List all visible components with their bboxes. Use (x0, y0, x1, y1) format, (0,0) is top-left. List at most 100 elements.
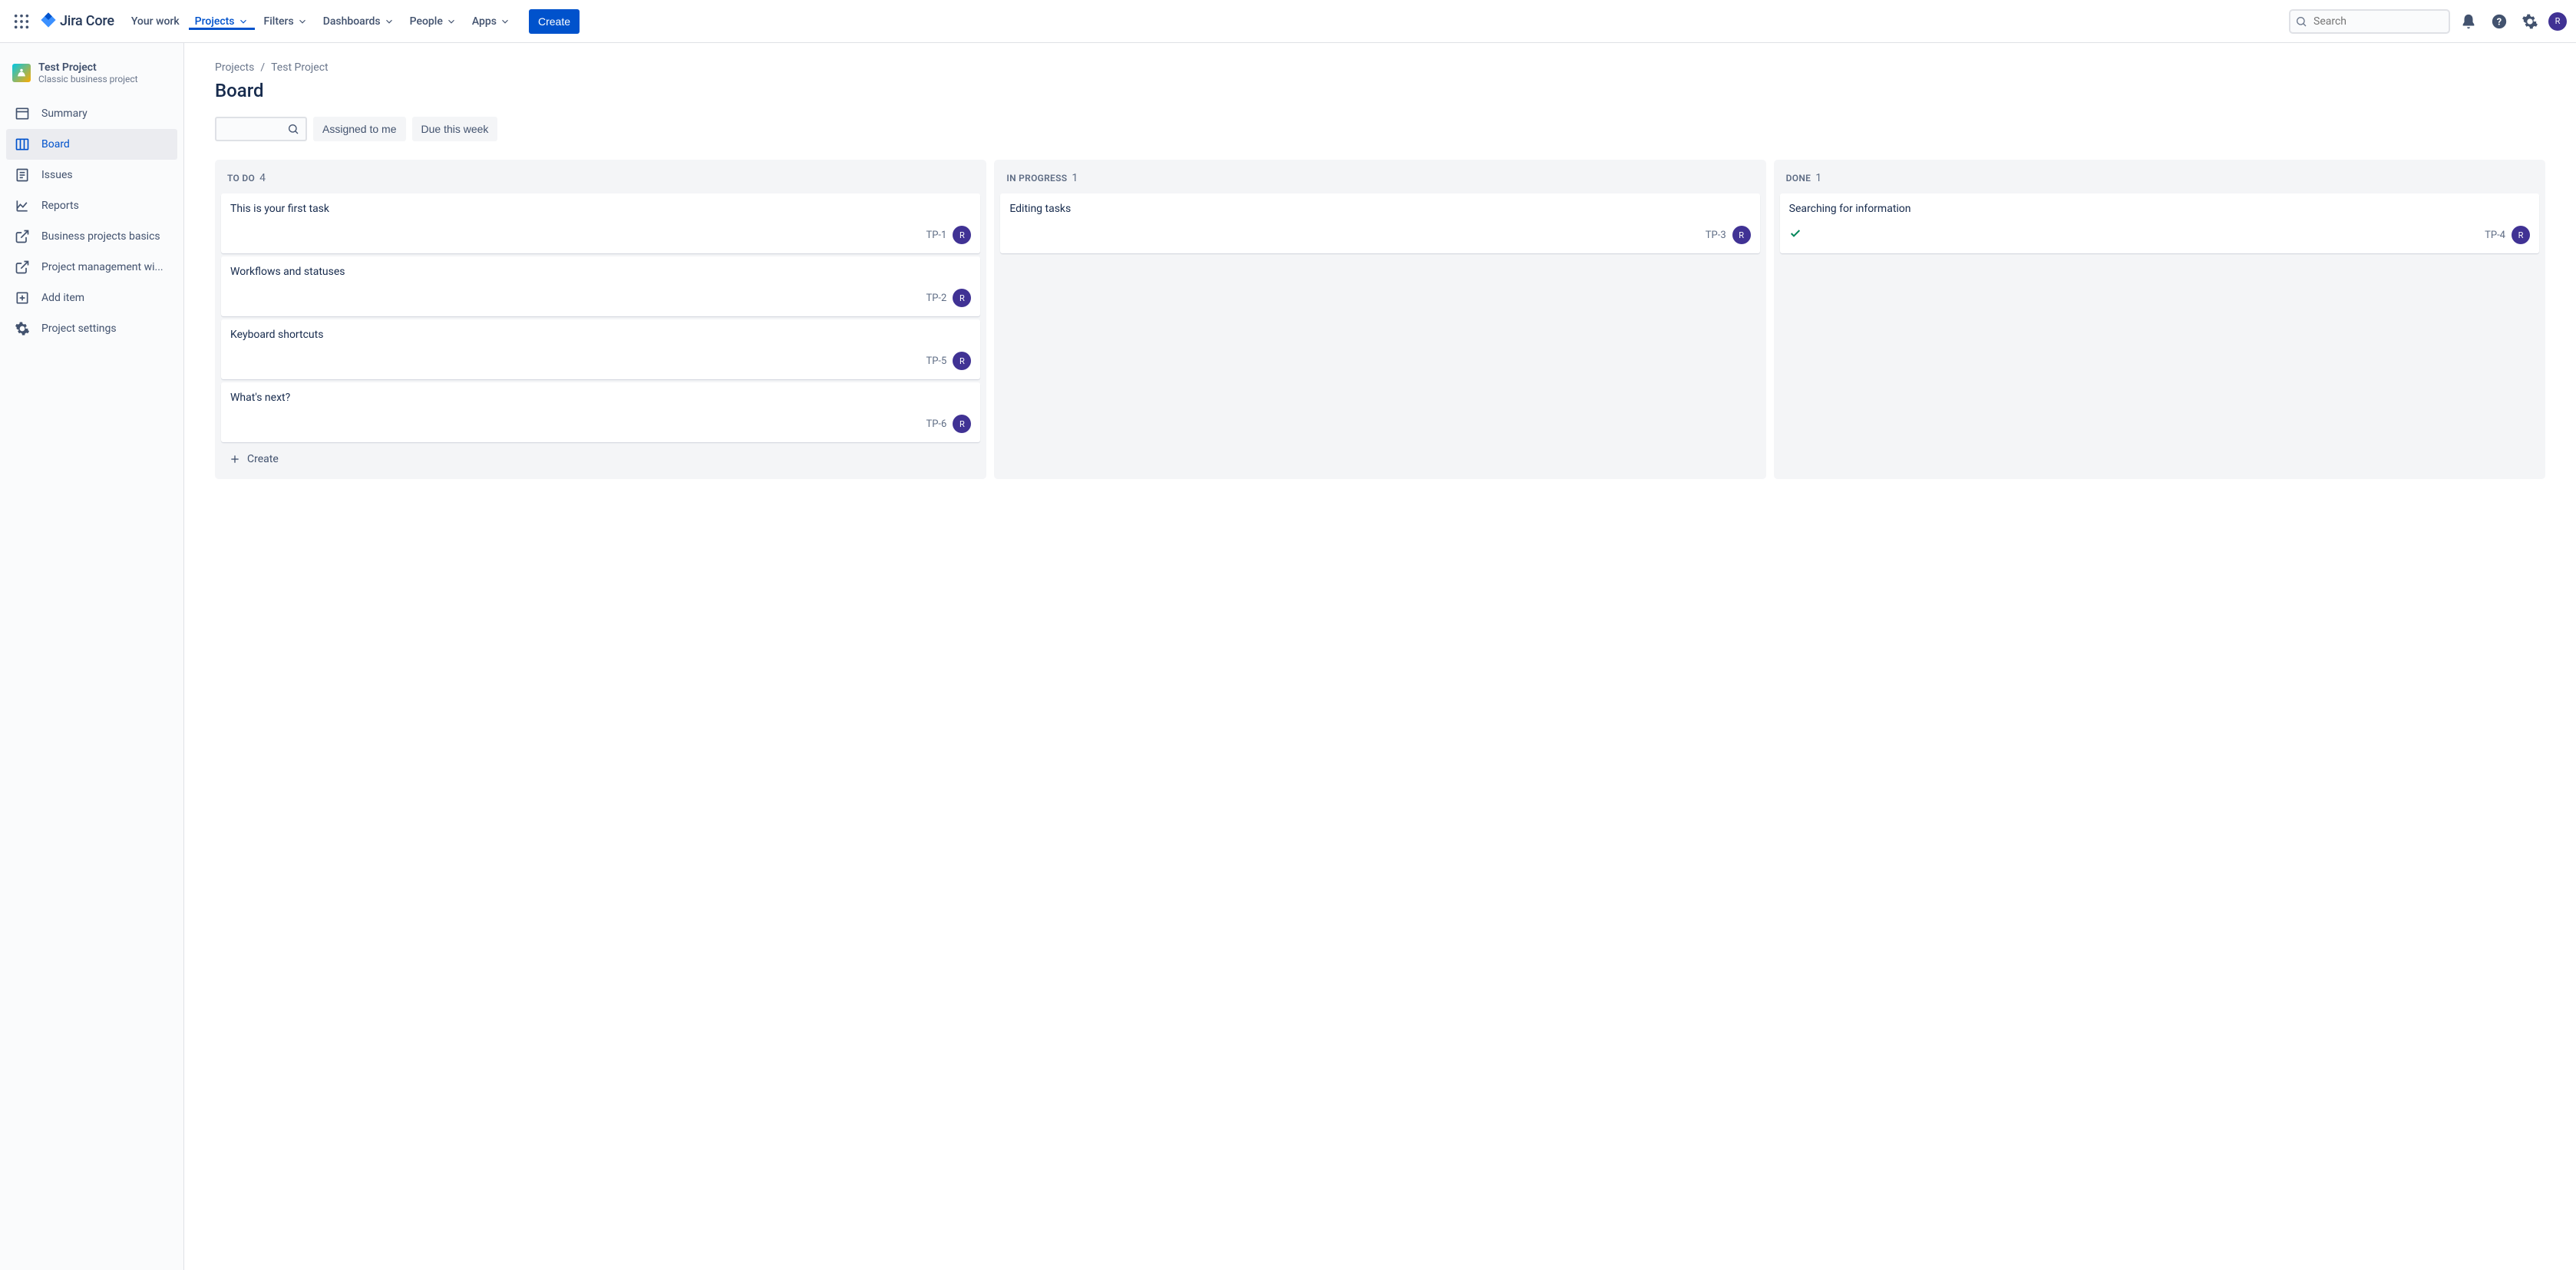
settings-icon[interactable] (2518, 9, 2542, 34)
nav-items: Your work Projects Filters Dashboards People… (125, 13, 517, 30)
logo-text: Jira Core (60, 13, 114, 29)
notifications-icon[interactable] (2456, 9, 2481, 34)
breadcrumb-separator: / (260, 61, 265, 74)
issue-title: Editing tasks (1009, 203, 1750, 215)
sidebar-item-label: Issues (41, 169, 73, 181)
done-check-icon (1789, 227, 1802, 243)
nav-item-label: Dashboards (323, 15, 381, 28)
sidebar-items: Summary Board Issues Reports Business projec… (6, 98, 177, 344)
board: To do4This is your first taskTP-1RWorkfl… (215, 160, 2545, 479)
summary-icon (14, 105, 31, 122)
sidebar-item-business-projects-basics[interactable]: Business projects basics (6, 221, 177, 252)
main-content: Projects / Test Project Board Assigned t… (184, 43, 2576, 1270)
card-footer: TP-4R (1789, 226, 2530, 244)
nav-item-label: Your work (131, 15, 180, 28)
svg-text:?: ? (2497, 16, 2502, 28)
sidebar-item-label: Add item (41, 292, 84, 304)
nav-item-label: Projects (195, 15, 235, 28)
sidebar-item-summary[interactable]: Summary (6, 98, 177, 129)
issues-icon (14, 167, 31, 184)
chevron-down-icon (446, 16, 457, 27)
card-footer: TP-2 R (230, 289, 971, 307)
jira-logo-icon (40, 12, 57, 31)
card-footer: TP-5 R (230, 352, 971, 370)
sidebar-item-board[interactable]: Board (6, 129, 177, 160)
top-nav-left: Jira Core Your work Projects Filters Dashbo… (9, 9, 580, 34)
board-column-in-progress: In progress1 Editing tasks TP-3 R (994, 160, 1765, 479)
add-icon (14, 289, 31, 306)
sidebar-item-project-settings[interactable]: Project settings (6, 313, 177, 344)
filter-assigned-to-me[interactable]: Assigned to me (313, 117, 406, 141)
issue-card[interactable]: Searching for informationTP-4R (1780, 193, 2539, 253)
issue-title: Keyboard shortcuts (230, 329, 971, 341)
external-icon (14, 228, 31, 245)
project-name: Test Project (38, 61, 138, 74)
sidebar-item-label: Summary (41, 107, 88, 120)
nav-item-people[interactable]: People (404, 13, 463, 30)
create-button[interactable]: Create (529, 9, 580, 34)
search-icon (287, 123, 299, 135)
column-title: To do (227, 173, 255, 184)
sidebar-item-project-management-wi[interactable]: Project management wi... (6, 252, 177, 283)
create-issue-label: Create (247, 453, 279, 465)
chevron-down-icon (297, 16, 308, 27)
sidebar-item-label: Project management wi... (41, 261, 163, 273)
sidebar-item-add-item[interactable]: Add item (6, 283, 177, 313)
assignee-avatar[interactable]: R (953, 415, 971, 433)
column-cards: Editing tasks TP-3 R (1000, 193, 1759, 253)
issue-key: TP-5 (926, 356, 946, 367)
column-title: In progress (1006, 173, 1067, 184)
nav-item-your-work[interactable]: Your work (125, 13, 186, 30)
logo[interactable]: Jira Core (40, 12, 114, 31)
nav-item-label: People (410, 15, 443, 28)
create-issue-button[interactable]: Create (221, 445, 980, 473)
issue-card[interactable]: This is your first taskTP-1R (221, 193, 980, 253)
board-icon (14, 136, 31, 153)
column-count: 4 (259, 172, 266, 184)
issue-card[interactable]: Workflows and statuses TP-2 R (221, 256, 980, 316)
column-header: In progress1 (1000, 166, 1759, 193)
issue-key: TP-3 (1706, 230, 1726, 241)
assignee-avatar[interactable]: R (1732, 226, 1751, 244)
app-switcher-icon[interactable] (9, 9, 34, 34)
board-column-done: Done1Searching for informationTP-4R (1774, 160, 2545, 479)
sidebar-item-label: Board (41, 138, 70, 150)
assignee-avatar[interactable]: R (953, 289, 971, 307)
profile-avatar[interactable]: R (2548, 12, 2567, 31)
project-subtitle: Classic business project (38, 74, 138, 84)
assignee-avatar[interactable]: R (953, 352, 971, 370)
search-icon (2295, 15, 2307, 28)
card-footer: TP-1R (230, 226, 971, 244)
chevron-down-icon (500, 16, 510, 27)
issue-card[interactable]: What's next?TP-6R (221, 382, 980, 442)
column-count: 1 (1815, 172, 1821, 184)
board-search-input[interactable] (215, 117, 307, 141)
nav-item-dashboards[interactable]: Dashboards (317, 13, 401, 30)
sidebar-item-label: Reports (41, 200, 79, 212)
issue-title: Workflows and statuses (230, 266, 971, 278)
global-search (2289, 9, 2450, 34)
nav-item-filters[interactable]: Filters (258, 13, 314, 30)
issue-key: TP-2 (926, 293, 946, 304)
assignee-avatar[interactable]: R (2512, 226, 2530, 244)
board-filters: Assigned to me Due this week (215, 117, 2545, 141)
breadcrumb-project[interactable]: Test Project (271, 61, 328, 74)
filter-due-this-week[interactable]: Due this week (412, 117, 498, 141)
nav-item-label: Apps (472, 15, 497, 28)
issue-card[interactable]: Keyboard shortcuts TP-5 R (221, 319, 980, 379)
card-footer: TP-3 R (1009, 226, 1750, 244)
help-icon[interactable]: ? (2487, 9, 2512, 34)
board-column-to-do: To do4This is your first taskTP-1RWorkfl… (215, 160, 986, 479)
chevron-down-icon (384, 16, 395, 27)
sidebar-item-reports[interactable]: Reports (6, 190, 177, 221)
project-icon (12, 64, 31, 82)
breadcrumb-projects[interactable]: Projects (215, 61, 254, 74)
sidebar-item-issues[interactable]: Issues (6, 160, 177, 190)
nav-item-projects[interactable]: Projects (189, 13, 255, 30)
nav-item-apps[interactable]: Apps (466, 13, 517, 30)
project-header[interactable]: Test Project Classic business project (6, 61, 177, 98)
issue-card[interactable]: Editing tasks TP-3 R (1000, 193, 1759, 253)
assignee-avatar[interactable]: R (953, 226, 971, 244)
search-input[interactable] (2289, 9, 2450, 34)
settings-icon (14, 320, 31, 337)
